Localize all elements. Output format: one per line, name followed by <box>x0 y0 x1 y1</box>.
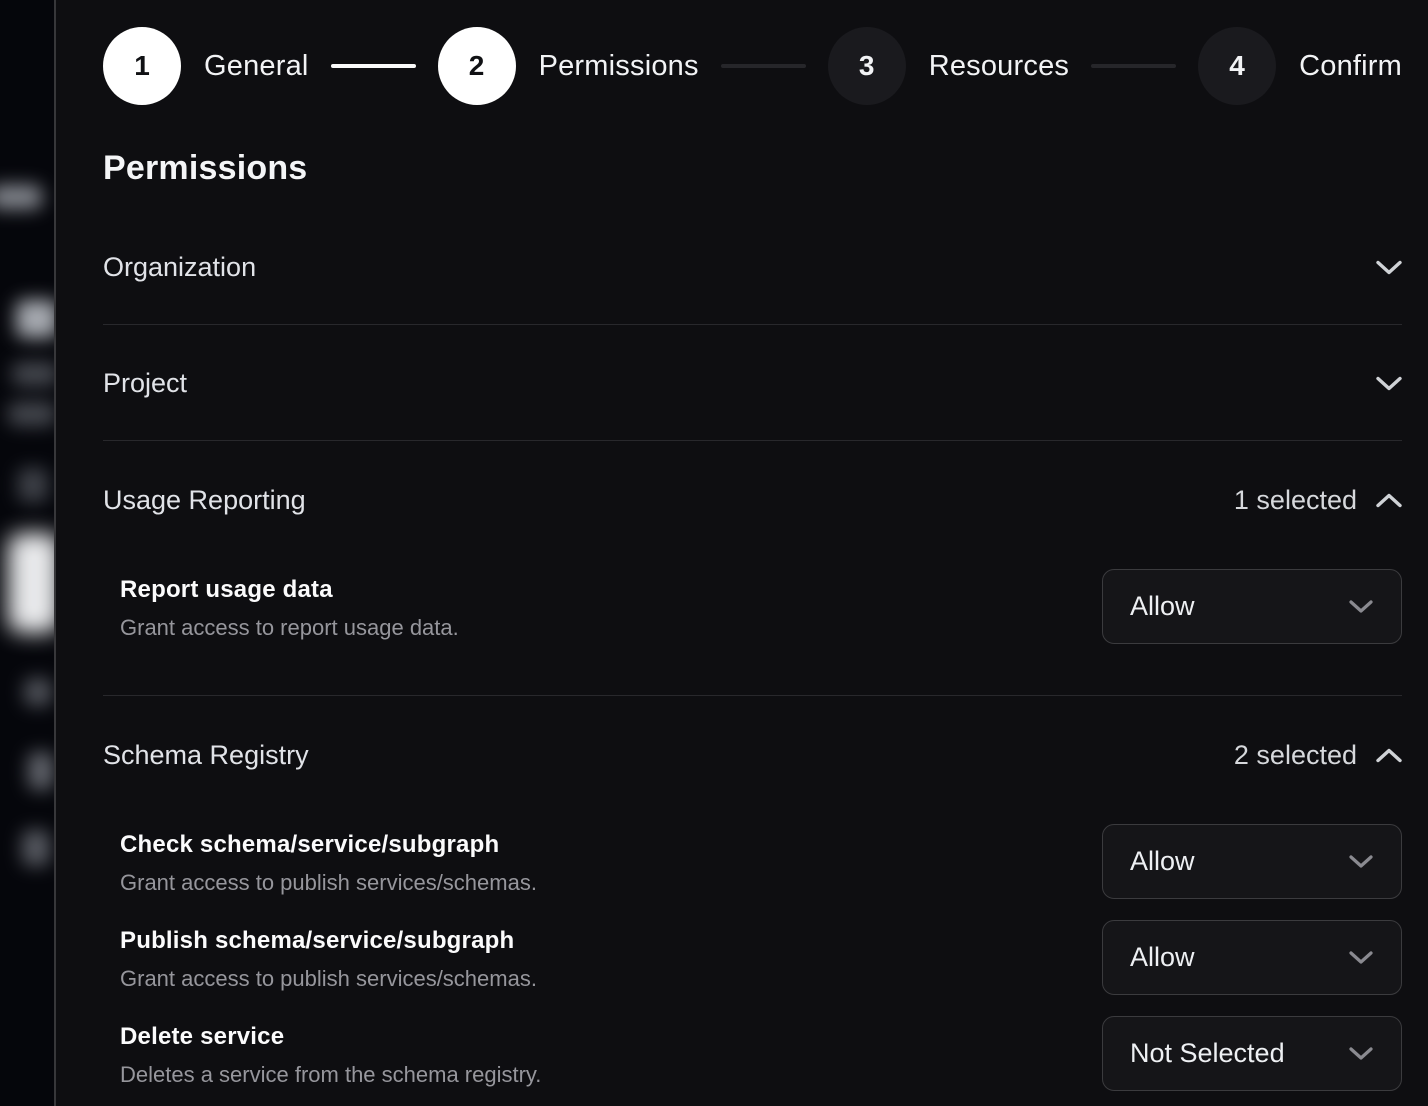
section-schema-registry: Schema Registry 2 selected Check schema/… <box>103 696 1402 1091</box>
section-title: Organization <box>103 252 256 283</box>
section-header-project[interactable]: Project <box>103 325 1402 440</box>
permission-description: Grant access to publish services/schemas… <box>120 966 537 992</box>
section-title: Project <box>103 368 187 399</box>
step-label: Resources <box>929 50 1069 83</box>
permission-title: Check schema/service/subgraph <box>120 831 537 859</box>
permission-title: Report usage data <box>120 576 459 604</box>
chevron-down-icon <box>1376 376 1402 391</box>
selected-count: 1 selected <box>1234 485 1357 516</box>
permission-items: Check schema/service/subgraph Grant acce… <box>103 824 1402 1091</box>
blurred-content <box>16 300 56 338</box>
section-organization: Organization <box>103 209 1402 325</box>
permission-description: Deletes a service from the schema regist… <box>120 1062 541 1088</box>
permission-text: Report usage data Grant access to report… <box>120 569 459 641</box>
step-resources[interactable]: 3 Resources <box>828 27 1069 105</box>
step-connector <box>721 64 806 68</box>
blurred-content <box>0 185 42 209</box>
step-number-circle: 1 <box>103 27 181 105</box>
permission-select-delete-service[interactable]: Not Selected <box>1102 1016 1402 1091</box>
blurred-content <box>8 533 56 633</box>
chevron-down-icon <box>1376 260 1402 275</box>
create-token-wizard-panel: 1 General 2 Permissions 3 Resources 4 Co… <box>56 0 1428 1106</box>
step-permissions[interactable]: 2 Permissions <box>438 27 699 105</box>
chevron-down-icon <box>1349 951 1373 964</box>
permission-title: Delete service <box>120 1023 541 1051</box>
step-number-circle: 3 <box>828 27 906 105</box>
permission-description: Grant access to report usage data. <box>120 615 459 641</box>
section-header-usage-reporting[interactable]: Usage Reporting 1 selected <box>103 441 1402 516</box>
permission-items: Report usage data Grant access to report… <box>103 569 1402 644</box>
section-header-schema-registry[interactable]: Schema Registry 2 selected <box>103 696 1402 771</box>
section-title: Schema Registry <box>103 740 309 771</box>
step-connector <box>331 64 416 68</box>
permission-description: Grant access to publish services/schemas… <box>120 870 537 896</box>
section-header-organization[interactable]: Organization <box>103 209 1402 324</box>
permission-title: Publish schema/service/subgraph <box>120 927 537 955</box>
section-selected-meta: 2 selected <box>1234 740 1402 771</box>
step-number-circle: 2 <box>438 27 516 105</box>
step-label: Confirm <box>1299 50 1402 83</box>
blurred-content <box>22 830 50 866</box>
step-connector <box>1091 64 1176 68</box>
permission-row-report-usage-data: Report usage data Grant access to report… <box>103 569 1402 644</box>
screen: 1 General 2 Permissions 3 Resources 4 Co… <box>0 0 1428 1106</box>
background-sidebar <box>0 0 56 1106</box>
select-value: Allow <box>1130 591 1195 622</box>
select-value: Allow <box>1130 942 1195 973</box>
permission-select-publish-schema[interactable]: Allow <box>1102 920 1402 995</box>
section-selected-meta: 1 selected <box>1234 485 1402 516</box>
select-value: Not Selected <box>1130 1038 1285 1069</box>
permission-text: Publish schema/service/subgraph Grant ac… <box>120 920 537 992</box>
permission-select-report-usage-data[interactable]: Allow <box>1102 569 1402 644</box>
blurred-content <box>12 362 56 386</box>
chevron-up-icon <box>1376 493 1402 508</box>
permission-select-check-schema[interactable]: Allow <box>1102 824 1402 899</box>
blurred-content <box>24 678 52 706</box>
permission-text: Check schema/service/subgraph Grant acce… <box>120 824 537 896</box>
section-project: Project <box>103 325 1402 441</box>
selected-count: 2 selected <box>1234 740 1357 771</box>
chevron-down-icon <box>1349 1047 1373 1060</box>
chevron-up-icon <box>1376 748 1402 763</box>
permission-row-delete-service: Delete service Deletes a service from th… <box>103 1016 1402 1091</box>
permission-text: Delete service Deletes a service from th… <box>120 1016 541 1088</box>
permission-row-publish-schema: Publish schema/service/subgraph Grant ac… <box>103 920 1402 995</box>
permission-row-check-schema: Check schema/service/subgraph Grant acce… <box>103 824 1402 899</box>
blurred-content <box>28 752 54 790</box>
step-label: Permissions <box>539 50 699 83</box>
blurred-content <box>18 468 48 502</box>
select-value: Allow <box>1130 846 1195 877</box>
section-usage-reporting: Usage Reporting 1 selected Report usage … <box>103 441 1402 696</box>
chevron-down-icon <box>1349 855 1373 868</box>
step-number-circle: 4 <box>1198 27 1276 105</box>
step-label: General <box>204 50 309 83</box>
wizard-stepper: 1 General 2 Permissions 3 Resources 4 Co… <box>103 27 1402 105</box>
page-title: Permissions <box>103 148 1402 188</box>
step-general[interactable]: 1 General <box>103 27 309 105</box>
blurred-content <box>8 402 56 426</box>
chevron-down-icon <box>1349 600 1373 613</box>
step-confirm[interactable]: 4 Confirm <box>1198 27 1402 105</box>
section-title: Usage Reporting <box>103 485 306 516</box>
